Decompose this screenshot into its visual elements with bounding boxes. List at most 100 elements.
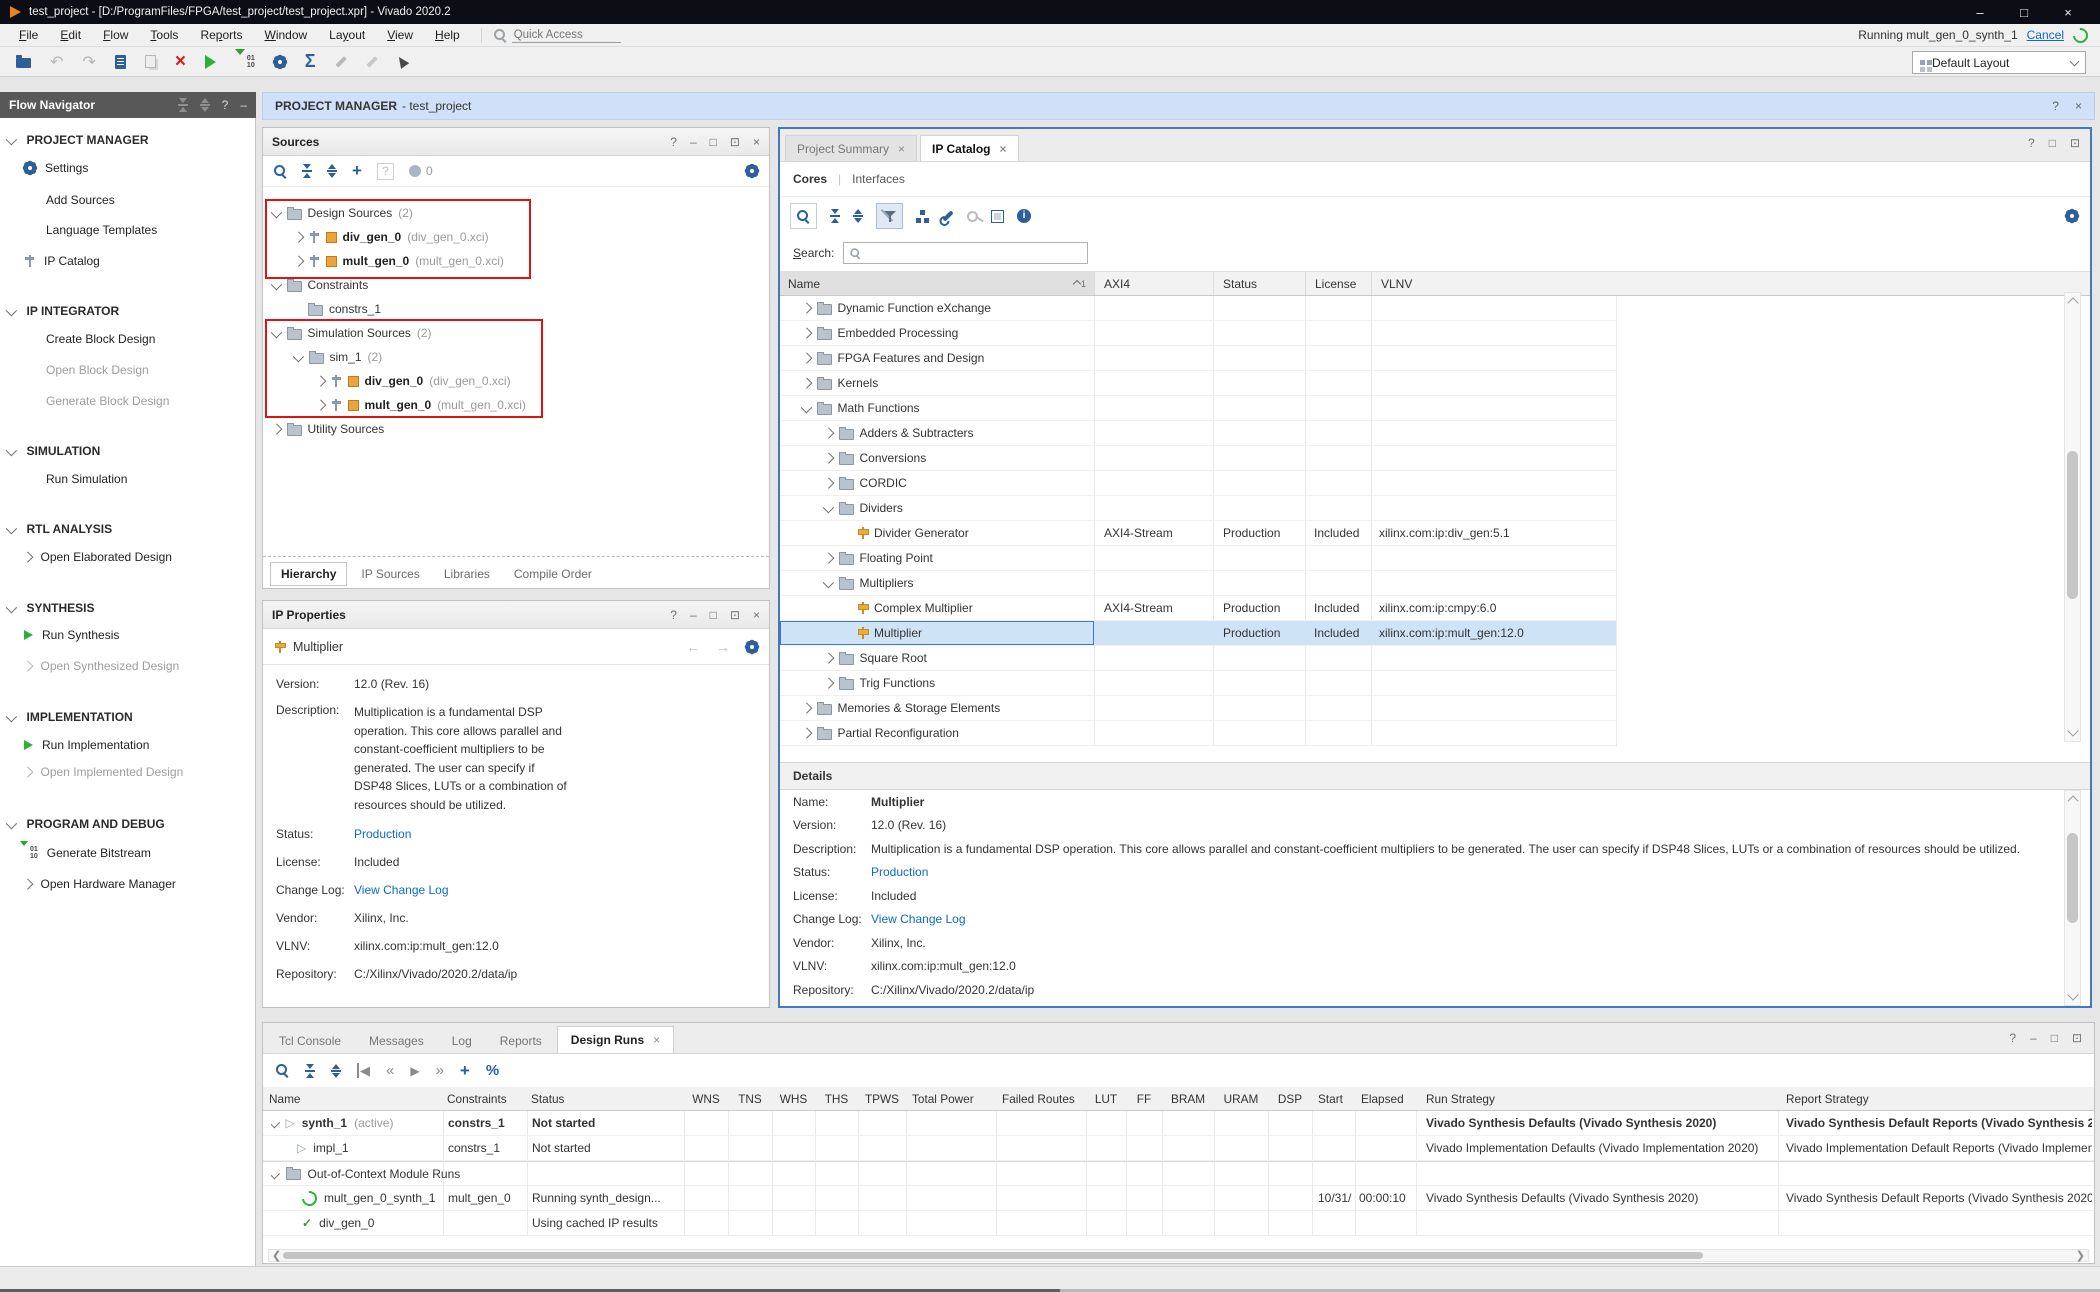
tree-row-mult-gen[interactable]: mult_gen_0(mult_gen_0.xci)	[295, 249, 504, 273]
chevron-right-icon[interactable]	[293, 256, 304, 267]
help-icon[interactable]: ?	[2009, 1031, 2016, 1045]
add-sources-icon[interactable]: +	[352, 161, 362, 181]
help-icon[interactable]: ?	[670, 135, 677, 149]
tree-row-sim1[interactable]: sim_1(2)	[295, 345, 382, 369]
percent-icon[interactable]: %	[486, 1062, 499, 1079]
float-panel-icon[interactable]: ⊡	[730, 135, 740, 149]
chevron-right-icon[interactable]	[315, 376, 326, 387]
tab-log[interactable]: Log	[439, 1029, 485, 1053]
tree-row-sim-mult-gen[interactable]: mult_gen_0(mult_gen_0.xci)	[317, 393, 526, 417]
column-bram[interactable]: BRAM	[1162, 1088, 1214, 1110]
tab-compile-order[interactable]: Compile Order	[504, 563, 602, 585]
fn-item-open-block-design[interactable]: Open Block Design	[46, 360, 149, 380]
column-dsp[interactable]: DSP	[1268, 1088, 1312, 1110]
tab-tcl-console[interactable]: Tcl Console	[266, 1029, 354, 1053]
minimize-button[interactable]: –	[1958, 5, 2002, 20]
fn-section-implementation[interactable]: IMPLEMENTATION	[8, 707, 133, 727]
generate-bitstream-icon[interactable]: 0110	[235, 55, 255, 69]
expand-all-icon[interactable]	[200, 98, 210, 112]
column-wns[interactable]: WNS	[684, 1088, 728, 1110]
catalog-row[interactable]: Trig Functions	[780, 671, 1616, 696]
menu-view[interactable]: View	[376, 28, 424, 42]
help-icon[interactable]: ?	[222, 98, 229, 112]
menu-file[interactable]: File	[8, 28, 49, 42]
catalog-row[interactable]: Adders & Subtracters	[780, 421, 1616, 446]
column-tpws[interactable]: TPWS	[858, 1088, 906, 1110]
chevron-right-icon[interactable]	[271, 424, 282, 435]
chevron-down-icon[interactable]	[801, 403, 812, 414]
column-tns[interactable]: TNS	[728, 1088, 772, 1110]
column-name[interactable]: Name	[269, 1088, 300, 1110]
column-start[interactable]: Start	[1318, 1088, 1343, 1110]
scrollbar-thumb[interactable]	[283, 1252, 1703, 1259]
fn-section-ip-integrator[interactable]: IP INTEGRATOR	[8, 301, 119, 321]
fn-section-simulation[interactable]: SIMULATION	[8, 441, 100, 461]
column-ff[interactable]: FF	[1126, 1088, 1162, 1110]
run-row-div-gen[interactable]: ✓div_gen_0 Using cached IP results	[263, 1211, 2094, 1236]
fn-section-synthesis[interactable]: SYNTHESIS	[8, 598, 95, 618]
back-arrow-icon[interactable]: ←	[686, 639, 700, 655]
chevron-right-icon[interactable]	[801, 303, 812, 314]
chevron-right-icon[interactable]	[823, 653, 834, 664]
marker-disabled-icon[interactable]	[366, 56, 377, 67]
chevron-down-icon[interactable]	[271, 328, 282, 339]
report-summary-icon[interactable]: Σ	[305, 51, 316, 72]
status-link[interactable]: Production	[354, 827, 411, 842]
column-whs[interactable]: WHS	[772, 1088, 815, 1110]
quick-access[interactable]	[481, 28, 621, 43]
float-panel-icon[interactable]: ⊡	[2070, 136, 2080, 150]
scroll-up-icon[interactable]	[2067, 795, 2078, 806]
fn-section-rtl-analysis[interactable]: RTL ANALYSIS	[8, 519, 112, 539]
minimize-panel-icon[interactable]: –	[2030, 1031, 2037, 1045]
catalog-row[interactable]: Dynamic Function eXchange	[780, 296, 1616, 321]
chevron-down-icon[interactable]	[271, 208, 282, 219]
column-ths[interactable]: THS	[815, 1088, 858, 1110]
quick-access-input[interactable]	[512, 28, 621, 43]
collapse-all-icon[interactable]	[830, 209, 840, 223]
scroll-down-icon[interactable]	[2067, 725, 2078, 736]
catalog-search-input[interactable]	[843, 242, 1088, 264]
details-scrollbar[interactable]	[2064, 790, 2081, 1006]
fn-item-generate-block-design[interactable]: Generate Block Design	[46, 391, 169, 411]
chevron-right-icon[interactable]	[801, 703, 812, 714]
catalog-row-multipliers[interactable]: Multipliers	[780, 571, 1616, 596]
catalog-row-divider-generator[interactable]: Divider GeneratorAXI4-StreamProductionIn…	[780, 521, 1616, 546]
catalog-row-complex-multiplier[interactable]: Complex MultiplierAXI4-StreamProductionI…	[780, 596, 1616, 621]
catalog-tree-scrollbar[interactable]	[2064, 292, 2081, 742]
settings-icon[interactable]	[274, 56, 286, 68]
chevron-right-icon[interactable]	[801, 353, 812, 364]
fn-item-run-simulation[interactable]: Run Simulation	[46, 469, 127, 489]
tab-messages[interactable]: Messages	[356, 1029, 437, 1053]
catalog-row[interactable]: Embedded Processing	[780, 321, 1616, 346]
status-link[interactable]: Production	[871, 865, 928, 879]
layout-selector[interactable]: Default Layout	[1912, 51, 2086, 74]
collapse-all-icon[interactable]	[178, 98, 188, 112]
float-panel-icon[interactable]: ⊡	[730, 608, 740, 622]
chevron-right-icon[interactable]	[823, 678, 834, 689]
tab-project-summary[interactable]: Project Summary×	[785, 135, 917, 161]
fn-section-project-manager[interactable]: PROJECT MANAGER	[8, 130, 149, 150]
expand-all-icon[interactable]	[853, 209, 863, 223]
tree-row-div-gen[interactable]: div_gen_0(div_gen_0.xci)	[295, 225, 489, 249]
column-status[interactable]: Status	[531, 1088, 564, 1110]
tab-reports[interactable]: Reports	[487, 1029, 555, 1053]
catalog-row[interactable]: Conversions	[780, 446, 1616, 471]
catalog-row[interactable]: Kernels	[780, 371, 1616, 396]
info-icon[interactable]: i	[1017, 209, 1031, 223]
maximize-panel-icon[interactable]: □	[710, 135, 717, 149]
column-uram[interactable]: URAM	[1214, 1088, 1268, 1110]
next-runs-icon[interactable]: »	[436, 1062, 444, 1079]
float-panel-icon[interactable]: ⊡	[2072, 1031, 2082, 1045]
tree-row-sim-div-gen[interactable]: div_gen_0(div_gen_0.xci)	[317, 369, 511, 393]
subtab-cores[interactable]: Cores	[793, 172, 827, 186]
catalog-row-math-functions[interactable]: Math Functions	[780, 396, 1616, 421]
fn-item-run-implementation[interactable]: Run Implementation	[24, 735, 149, 755]
scroll-down-icon[interactable]	[2067, 989, 2078, 1000]
column-report-strategy[interactable]: Report Strategy	[1786, 1088, 1869, 1110]
catalog-row[interactable]: Partial Reconfiguration	[780, 721, 1616, 746]
menu-edit[interactable]: Edit	[49, 28, 92, 42]
minimize-panel-icon[interactable]: –	[690, 608, 697, 622]
tree-row-constrs1[interactable]: constrs_1	[308, 297, 381, 321]
catalog-row[interactable]: Floating Point	[780, 546, 1616, 571]
fn-item-ip-catalog[interactable]: IP Catalog	[24, 251, 100, 271]
